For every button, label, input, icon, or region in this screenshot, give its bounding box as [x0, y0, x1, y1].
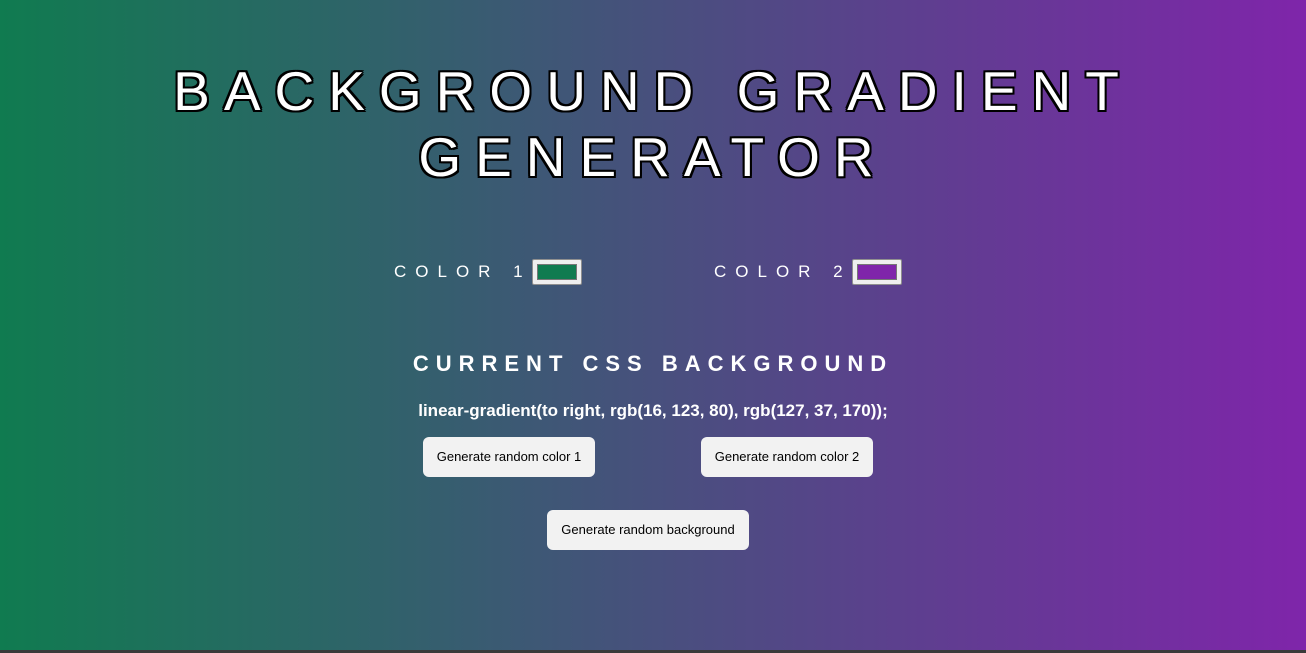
- color-2-picker[interactable]: [852, 259, 902, 285]
- random-background-button[interactable]: Generate random background: [547, 510, 749, 550]
- page-title: BACKGROUND GRADIENT GENERATOR: [0, 58, 1306, 190]
- current-css-heading: CURRENT CSS BACKGROUND: [412, 351, 894, 376]
- color-1-swatch: [537, 264, 577, 280]
- color-1-label: COLOR 1: [394, 262, 532, 281]
- page-title-line-1: BACKGROUND GRADIENT: [173, 60, 1133, 122]
- random-color-2-button[interactable]: Generate random color 2: [701, 437, 873, 477]
- page-title-line-2: GENERATOR: [418, 126, 888, 188]
- color-2-swatch: [857, 264, 897, 280]
- color-2-label: COLOR 2: [714, 262, 852, 281]
- color-1-picker[interactable]: [532, 259, 582, 285]
- random-color-1-button[interactable]: Generate random color 1: [423, 437, 595, 477]
- current-css-value: linear-gradient(to right, rgb(16, 123, 8…: [418, 401, 888, 420]
